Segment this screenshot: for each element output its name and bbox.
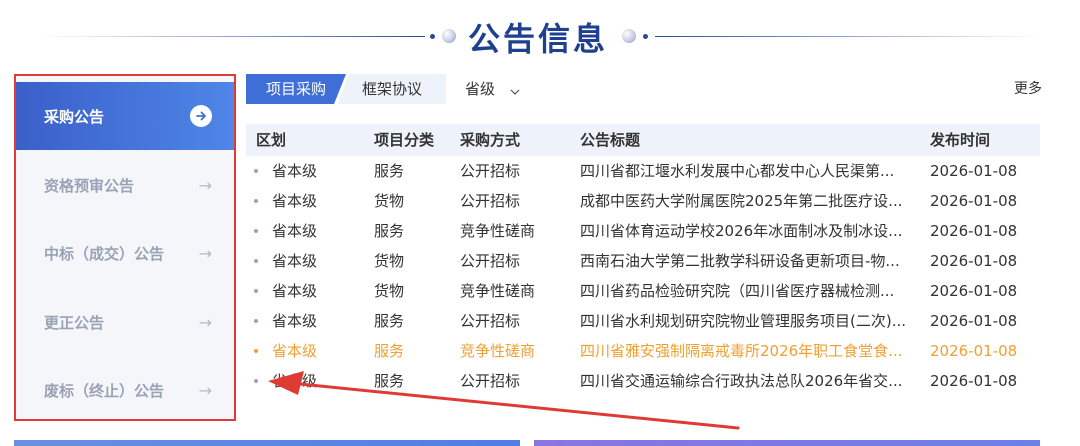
title-dot-icon bbox=[430, 34, 435, 39]
notice-type-sidebar: 采购公告 资格预审公告 → 中标（成交）公告 → 更正公告 → 废标（终止）公告… bbox=[14, 74, 236, 421]
cell-method: 公开招标 bbox=[460, 372, 521, 390]
cell-title-link[interactable]: 西南石油大学第二批教学科研设备更新项目-物... bbox=[580, 246, 916, 276]
arrow-right-icon: → bbox=[198, 243, 212, 263]
sidebar-item-label: 采购公告 bbox=[44, 107, 105, 126]
cell-district: 省本级 bbox=[272, 312, 318, 330]
sidebar-item-correction-notice[interactable]: 更正公告 → bbox=[16, 289, 234, 355]
bullet-icon bbox=[254, 349, 258, 353]
cell-title-link[interactable]: 四川省水利规划研究院物业管理服务项目(二次)... bbox=[580, 306, 916, 336]
cell-category: 服务 bbox=[374, 342, 405, 360]
bullet-icon bbox=[254, 289, 258, 293]
level-filter-dropdown[interactable]: 省级 bbox=[465, 74, 520, 104]
cell-title-link[interactable]: 四川省都江堰水利发展中心都发中心人民渠第... bbox=[580, 156, 916, 186]
dropdown-selected-value: 省级 bbox=[465, 80, 496, 98]
title-dot-icon bbox=[643, 34, 648, 39]
page-title: 公告信息 bbox=[468, 20, 609, 58]
bullet-icon bbox=[254, 229, 258, 233]
column-header-district: 区划 bbox=[256, 131, 287, 149]
column-header-title: 公告标题 bbox=[580, 131, 641, 149]
sidebar-item-procurement-notice[interactable]: 采购公告 bbox=[16, 82, 234, 150]
sidebar-item-label: 资格预审公告 bbox=[44, 176, 135, 195]
cell-district: 省本级 bbox=[272, 252, 318, 270]
cell-district: 省本级 bbox=[272, 342, 318, 360]
cell-district: 省本级 bbox=[272, 372, 318, 390]
title-divider-right bbox=[655, 36, 1040, 37]
bottom-panel-edge bbox=[14, 440, 520, 446]
cell-category: 服务 bbox=[374, 372, 405, 390]
sidebar-item-label: 更正公告 bbox=[44, 313, 105, 332]
arrow-right-icon: → bbox=[198, 175, 212, 195]
cell-title-link[interactable]: 四川省交通运输综合行政执法总队2026年省交... bbox=[580, 366, 916, 396]
table-row[interactable]: 省本级 货物 竞争性磋商 四川省药品检验研究院（四川省医疗器械检测... 202… bbox=[246, 276, 1040, 306]
table-row[interactable]: 省本级 服务 竞争性磋商 四川省体育运动学校2026年冰面制冰及制冰设... 2… bbox=[246, 216, 1040, 246]
bullet-icon bbox=[254, 379, 258, 383]
cell-method: 公开招标 bbox=[460, 312, 521, 330]
section-header: 公告信息 bbox=[0, 0, 1080, 70]
arrow-right-icon: → bbox=[198, 380, 212, 400]
cell-method: 竞争性磋商 bbox=[460, 342, 536, 360]
cell-category: 货物 bbox=[374, 192, 405, 210]
table-row[interactable]: 省本级 货物 公开招标 西南石油大学第二批教学科研设备更新项目-物... 202… bbox=[246, 246, 1040, 276]
cell-method: 公开招标 bbox=[460, 252, 521, 270]
cell-date: 2026-01-08 bbox=[930, 222, 1018, 240]
cell-date: 2026-01-08 bbox=[930, 312, 1018, 330]
cell-date: 2026-01-08 bbox=[930, 192, 1018, 210]
tab-project-procurement[interactable]: 项目采购 bbox=[246, 74, 346, 104]
column-header-date: 发布时间 bbox=[930, 131, 991, 149]
table-header: 区划 项目分类 采购方式 公告标题 发布时间 bbox=[246, 124, 1040, 156]
cell-date: 2026-01-08 bbox=[930, 162, 1018, 180]
title-divider-left bbox=[40, 36, 425, 37]
cell-title-link[interactable]: 四川省药品检验研究院（四川省医疗器械检测... bbox=[580, 276, 916, 306]
tab-framework-agreement[interactable]: 框架协议 bbox=[338, 74, 446, 104]
column-header-method: 采购方式 bbox=[460, 131, 521, 149]
table-row-highlighted[interactable]: 省本级 服务 竞争性磋商 四川省雅安强制隔离戒毒所2026年职工食堂食... 2… bbox=[246, 336, 1040, 366]
cell-district: 省本级 bbox=[272, 192, 318, 210]
cell-title-link[interactable]: 成都中医药大学附属医院2025年第二批医疗设... bbox=[580, 186, 916, 216]
bullet-icon bbox=[254, 169, 258, 173]
cell-method: 竞争性磋商 bbox=[460, 282, 536, 300]
cell-category: 货物 bbox=[374, 282, 405, 300]
bullet-icon bbox=[254, 259, 258, 263]
cell-date: 2026-01-08 bbox=[930, 372, 1018, 390]
cell-category: 货物 bbox=[374, 252, 405, 270]
table-row[interactable]: 省本级 服务 公开招标 四川省都江堰水利发展中心都发中心人民渠第... 2026… bbox=[246, 156, 1040, 186]
cell-district: 省本级 bbox=[272, 222, 318, 240]
sidebar-item-award-notice[interactable]: 中标（成交）公告 → bbox=[16, 220, 234, 286]
sidebar-item-label: 中标（成交）公告 bbox=[44, 244, 165, 263]
cell-date: 2026-01-08 bbox=[930, 252, 1018, 270]
table-row[interactable]: 省本级 货物 公开招标 成都中医药大学附属医院2025年第二批医疗设... 20… bbox=[246, 186, 1040, 216]
cell-method: 竞争性磋商 bbox=[460, 222, 536, 240]
chevron-down-icon bbox=[510, 75, 520, 105]
cell-category: 服务 bbox=[374, 162, 405, 180]
cell-district: 省本级 bbox=[272, 162, 318, 180]
bottom-panel-edge bbox=[534, 440, 1040, 446]
cell-district: 省本级 bbox=[272, 282, 318, 300]
bullet-icon bbox=[254, 319, 258, 323]
cell-title-link[interactable]: 四川省体育运动学校2026年冰面制冰及制冰设... bbox=[580, 216, 916, 246]
sidebar-item-prequalification-notice[interactable]: 资格预审公告 → bbox=[16, 152, 234, 218]
cell-date: 2026-01-08 bbox=[930, 282, 1018, 300]
more-link[interactable]: 更多 bbox=[1014, 78, 1042, 98]
title-ball-icon bbox=[622, 29, 636, 43]
sidebar-item-label: 废标（终止）公告 bbox=[44, 381, 165, 400]
column-header-category: 项目分类 bbox=[374, 131, 435, 149]
cell-category: 服务 bbox=[374, 312, 405, 330]
arrow-right-icon: → bbox=[198, 312, 212, 332]
table-row[interactable]: 省本级 服务 公开招标 四川省水利规划研究院物业管理服务项目(二次)... 20… bbox=[246, 306, 1040, 336]
cell-date: 2026-01-08 bbox=[930, 342, 1018, 360]
cell-method: 公开招标 bbox=[460, 192, 521, 210]
bullet-icon bbox=[254, 199, 258, 203]
cell-method: 公开招标 bbox=[460, 162, 521, 180]
arrow-right-circle-icon bbox=[190, 105, 212, 127]
title-ball-icon bbox=[442, 29, 456, 43]
cell-category: 服务 bbox=[374, 222, 405, 240]
cell-title-link[interactable]: 四川省雅安强制隔离戒毒所2026年职工食堂食... bbox=[580, 336, 916, 366]
sidebar-item-termination-notice[interactable]: 废标（终止）公告 → bbox=[16, 357, 234, 423]
table-row[interactable]: 省本级 服务 公开招标 四川省交通运输综合行政执法总队2026年省交... 20… bbox=[246, 366, 1040, 396]
